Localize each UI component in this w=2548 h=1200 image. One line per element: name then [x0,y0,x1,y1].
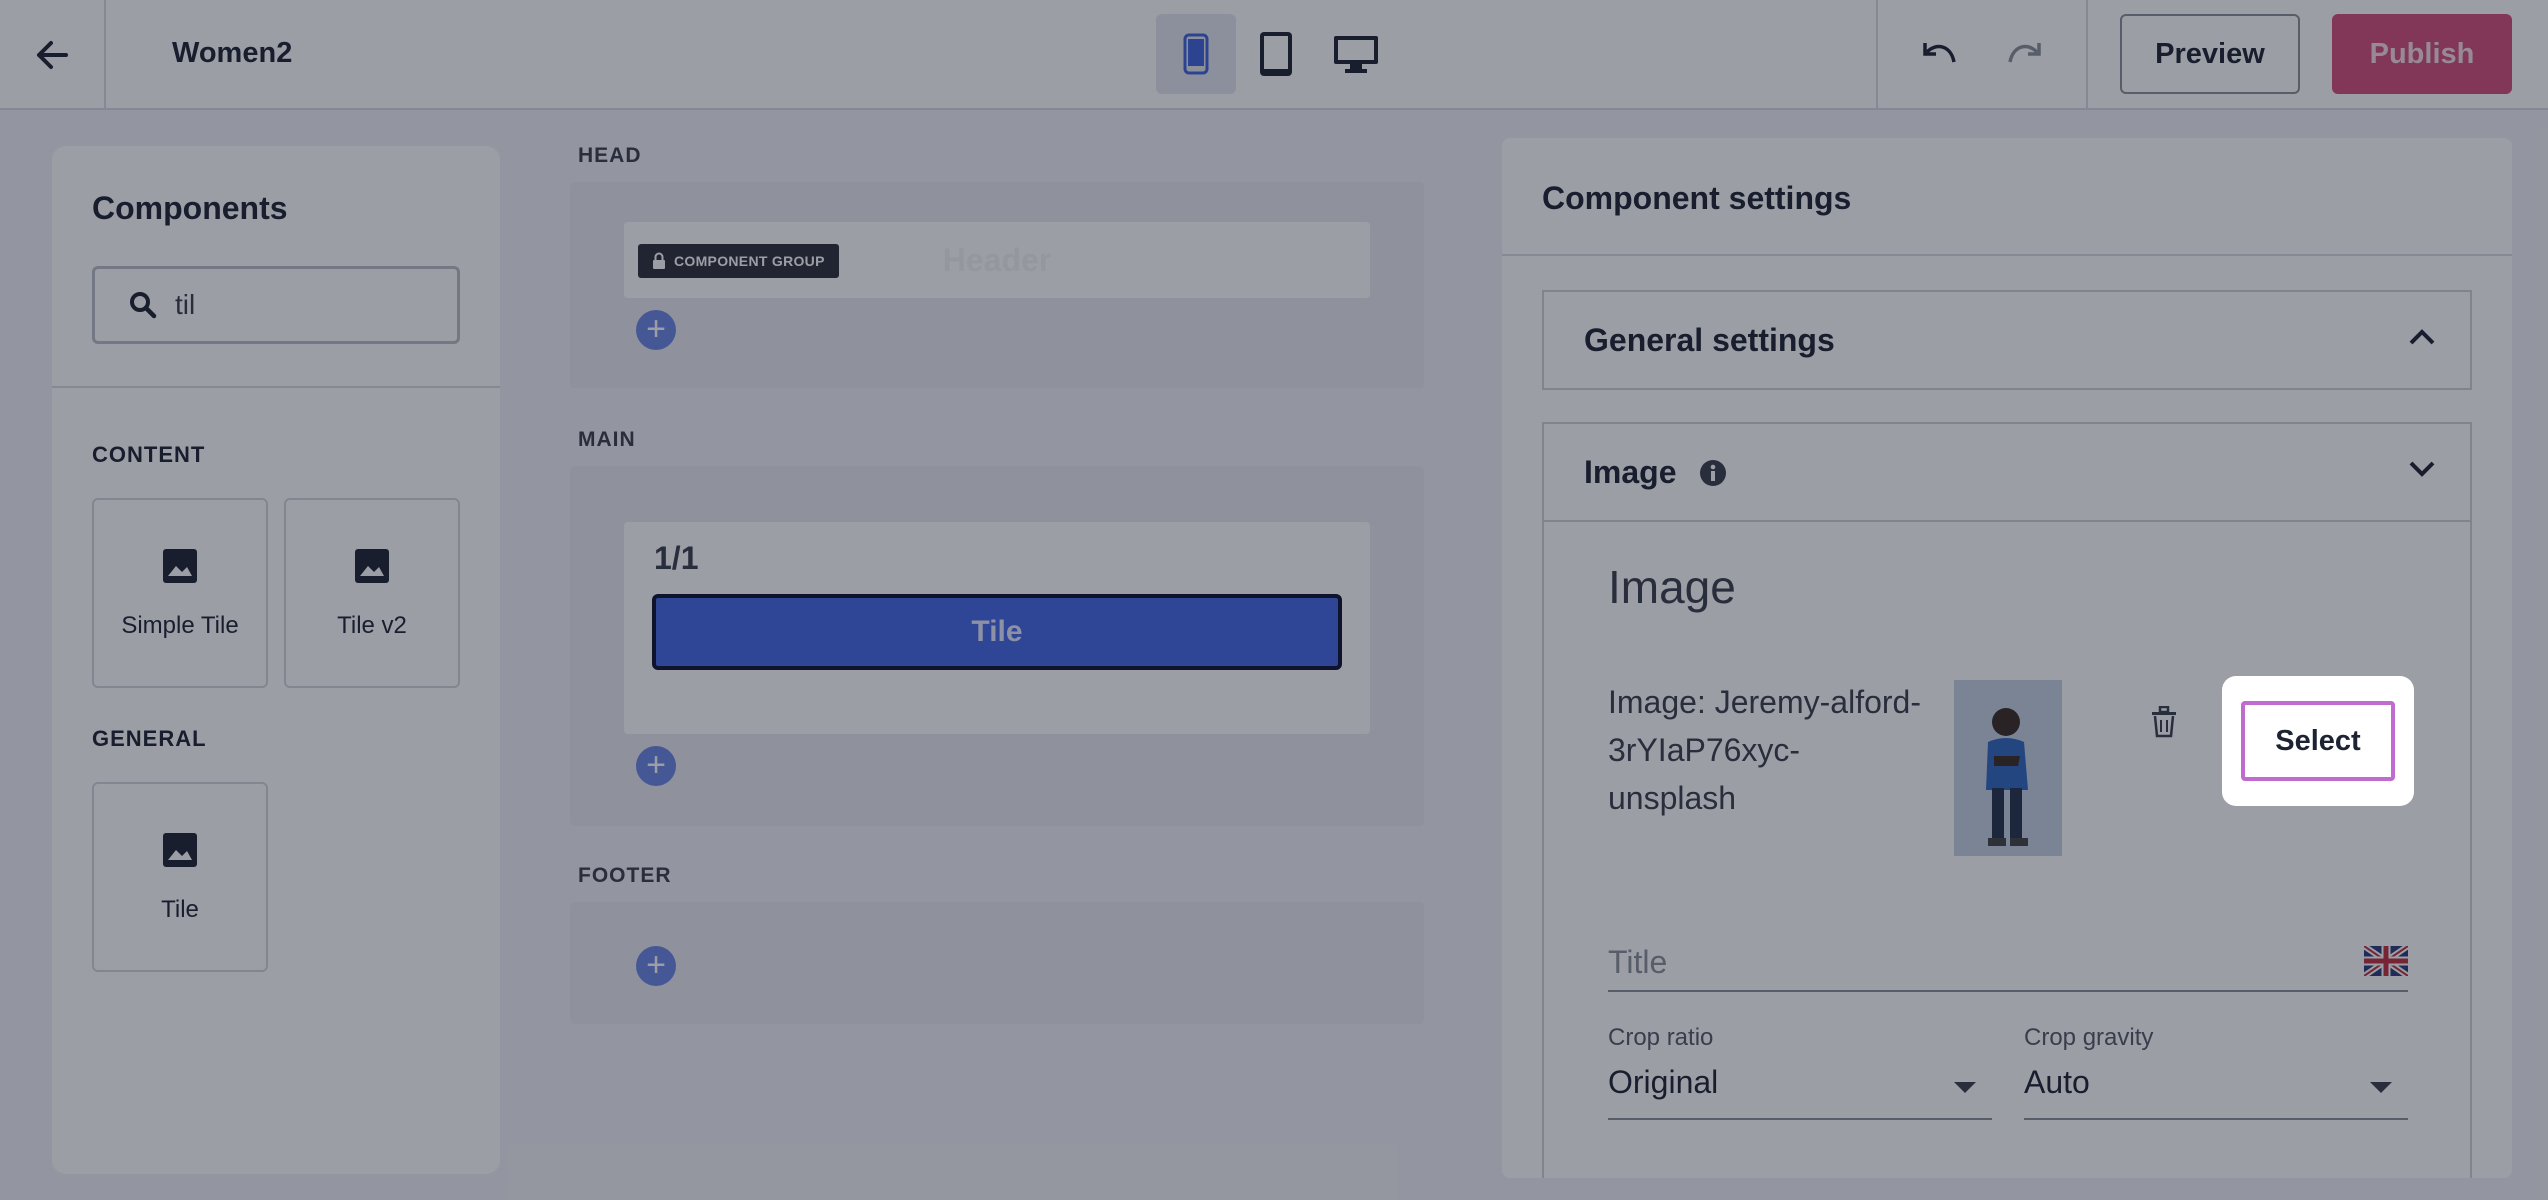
section-label-content: CONTENT [92,442,206,467]
desktop-view-button[interactable] [1316,14,1396,94]
undo-icon[interactable] [1921,40,1959,70]
trash-icon[interactable] [2150,706,2178,738]
tablet-icon [1260,32,1292,76]
mobile-icon [1183,33,1209,75]
component-card-tile-v2[interactable]: Tile v2 [284,498,460,688]
info-icon[interactable] [1699,459,1727,487]
image-section-text: Image [1584,454,1677,490]
divider [52,386,500,388]
component-group-label: COMPONENT GROUP [674,253,825,269]
dropdown-arrow-icon [2370,1082,2392,1093]
chevron-up-icon [2409,329,2435,345]
crop-gravity-value: Auto [2024,1064,2090,1100]
title-placeholder: Title [1608,944,1668,980]
chevron-down-icon [2409,461,2435,477]
crop-gravity-label: Crop gravity [2024,1024,2154,1051]
plus-icon: + [646,746,666,784]
tile-component-selected[interactable]: Tile [652,594,1342,670]
general-settings-accordion[interactable]: General settings [1542,290,2472,390]
add-component-head-button[interactable]: + [636,310,676,350]
component-settings-panel: Component settings General settings Imag… [1502,138,2512,1178]
image-settings-body: Image Image: Jeremy-alford-3rYIaP76xyc-u… [1542,520,2472,1178]
general-settings-label: General settings [1584,322,1835,358]
component-card-tile[interactable]: Tile [92,782,268,972]
search-value: til [175,289,196,320]
section-label-general: GENERAL [92,726,207,751]
component-card-label: Tile [161,896,199,923]
divider [1502,254,2512,256]
select-button-spotlight: Select [2222,676,2414,806]
image-icon [355,549,389,583]
search-icon [130,292,157,319]
plus-icon: + [646,946,666,984]
page-title: Women2 [172,37,293,69]
head-section-label: HEAD [578,144,642,167]
settings-title: Component settings [1542,180,1852,216]
title-input[interactable]: Title [1608,924,2408,992]
crop-gravity-select[interactable]: Crop gravity Auto [2024,1020,2408,1120]
component-card-simple-tile[interactable]: Simple Tile [92,498,268,688]
footer-section-label: FOOTER [578,864,672,887]
mobile-view-button[interactable] [1156,14,1236,94]
image-icon [163,549,197,583]
column-label: 1/1 [654,540,699,576]
redo-icon[interactable] [2005,40,2043,70]
plus-icon: + [646,310,666,348]
back-arrow-icon [37,41,68,69]
image-thumbnail [1954,680,2062,856]
lock-icon [653,252,665,269]
add-component-footer-button[interactable]: + [636,946,676,986]
publish-button[interactable]: Publish [2332,14,2512,94]
tablet-view-button[interactable] [1236,14,1316,94]
crop-ratio-select[interactable]: Crop ratio Original [1608,1020,1992,1120]
image-icon [163,833,197,867]
component-card-label: Simple Tile [121,612,239,639]
image-section-label: Image [1584,424,1727,520]
uk-flag-icon[interactable] [2364,946,2408,976]
crop-ratio-value: Original [1608,1064,1719,1100]
components-title: Components [92,190,288,226]
device-switcher [1156,14,1396,94]
column-container[interactable]: 1/1 Tile [624,522,1370,734]
crop-ratio-label: Crop ratio [1608,1024,1714,1051]
header-component[interactable]: Header COMPONENT GROUP [624,222,1370,298]
component-card-label: Tile v2 [337,612,407,639]
component-group-badge: COMPONENT GROUP [638,244,839,278]
image-file-name: Image: Jeremy-alford-3rYIaP76xyc-unsplas… [1608,684,1921,816]
component-search-input[interactable]: til [92,266,460,344]
desktop-icon [1334,36,1378,73]
main-section-label: MAIN [578,428,636,451]
select-image-button[interactable]: Select [2241,701,2395,781]
preview-button[interactable]: Preview [2120,14,2300,94]
components-panel: Components til CONTENT Simple Tile Tile … [52,146,500,1174]
back-button[interactable] [0,0,106,110]
history-controls [1876,0,2088,110]
image-heading: Image [1608,561,1736,613]
image-accordion[interactable]: Image [1542,422,2472,522]
dropdown-arrow-icon [1954,1082,1976,1093]
footer-zone [570,902,1424,1024]
top-bar: Women2 Preview Publish [0,0,2548,110]
add-component-main-button[interactable]: + [636,746,676,786]
